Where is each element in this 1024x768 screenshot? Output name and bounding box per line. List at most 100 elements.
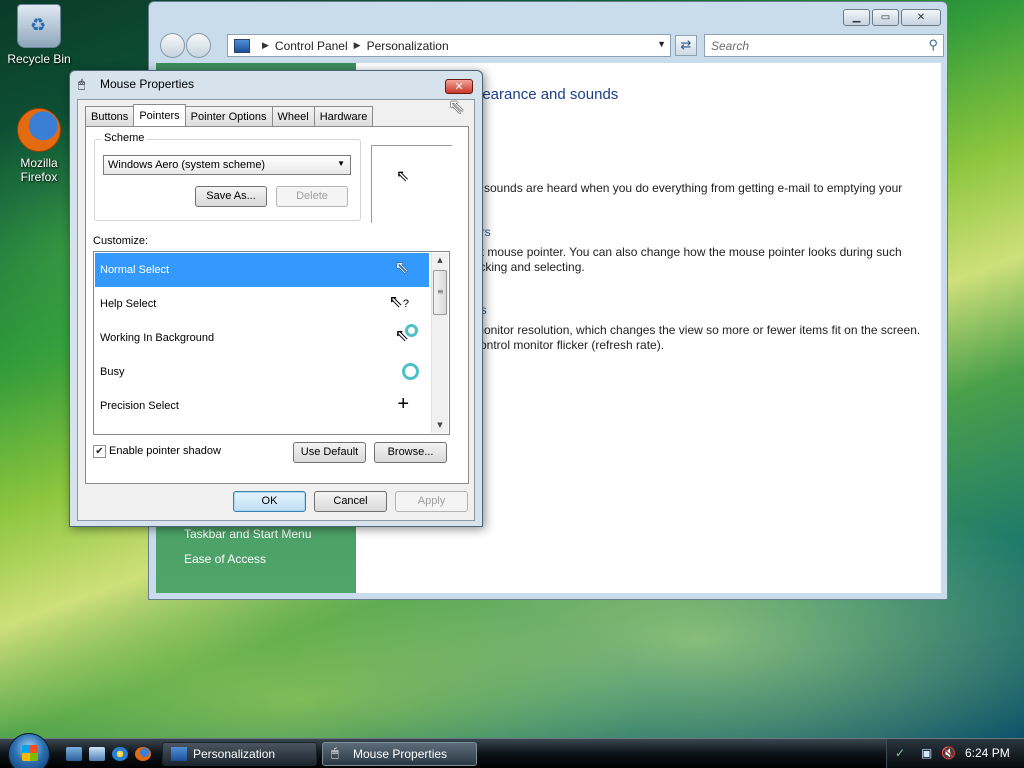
list-item[interactable]: Busy [95,355,429,389]
search-icon[interactable]: ⚲ [928,37,938,53]
taskbar-start-menu-link[interactable]: Taskbar and Start Menu [184,527,311,541]
arrow-cursor-icon: ⇖ [394,258,409,277]
maximize-button[interactable]: ▭ [872,9,899,26]
cursor-list[interactable]: Normal Select ⇖ Help Select ⇖? Working I… [93,251,450,435]
page-title: pearance and sounds [474,86,619,103]
list-item[interactable]: Help Select ⇖? [95,287,429,321]
mouse-pointers-description: nt mouse pointer. You can also change ho… [474,245,902,259]
firefox-desktop-icon[interactable]: Mozilla Firefox [1,108,77,184]
scroll-down-arrow-icon[interactable]: ▼ [432,418,448,433]
sounds-description: h sounds are heard when you do everythin… [474,181,903,195]
busy-cursor-icon [402,363,419,380]
mouse-icon: 🖱 [78,77,86,91]
search-placeholder: Search [711,39,750,53]
recycle-bin-desktop-icon[interactable]: Recycle Bin [1,4,77,66]
list-item[interactable]: Normal Select ⇖ [95,253,429,287]
taskbar-item-label: Mouse Properties [353,747,448,761]
dialog-body: Buttons Pointers Pointer Options Wheel H… [77,99,475,521]
firefox-label: Mozilla Firefox [20,156,58,184]
grip-icon: ≡ [437,287,444,296]
crosshair-cursor-icon: + [397,393,409,415]
refresh-button[interactable]: ⇄ [675,35,697,56]
tab-pointer-options[interactable]: Pointer Options [184,106,273,126]
delete-button[interactable]: Delete [276,186,348,207]
control-panel-icon [171,747,187,761]
pointers-tab-panel: Scheme Windows Aero (system scheme) ▼ Sa… [85,126,469,484]
list-item[interactable]: Precision Select + [95,389,429,423]
cursor-row-label: Working In Background [100,332,215,344]
enable-shadow-label: Enable pointer shadow [109,445,221,457]
apply-button[interactable]: Apply [395,491,468,512]
scheme-label: Scheme [101,132,148,144]
start-button[interactable] [8,733,50,768]
cursor-row-label: Precision Select [100,400,179,412]
checkmark-icon[interactable]: ✓ [895,746,909,760]
taskbar-item-personalization[interactable]: Personalization [162,742,317,766]
show-desktop-icon[interactable] [66,747,82,761]
scheme-group: Scheme Windows Aero (system scheme) ▼ Sa… [94,132,361,221]
address-bar[interactable]: ▶ Control Panel ▶ Personalization ▼ [227,34,671,57]
cp-window-controls: ▁ ▭ ✕ [843,9,941,26]
recycle-bin-label: Recycle Bin [7,52,71,66]
help-cursor-icon: ⇖? [388,292,409,311]
firefox-quicklaunch-icon[interactable] [135,747,151,761]
cursor-row-label: Busy [100,366,125,378]
breadcrumb-personalization[interactable]: Personalization [367,39,449,53]
search-input[interactable]: Search ⚲ [704,34,944,57]
customize-label: Customize: [93,235,149,247]
tab-wheel[interactable]: Wheel [271,106,315,126]
enable-shadow-checkbox[interactable]: ✔ [93,445,106,458]
ok-button[interactable]: OK [233,491,306,512]
firefox-icon [17,108,61,152]
mouse-pointers-description-2: licking and selecting. [474,260,585,274]
scheme-value: Windows Aero (system scheme) [108,159,266,171]
back-button[interactable] [160,33,185,58]
display-description-2: control monitor flicker (refresh rate). [474,338,665,352]
cursor-preview: ⇖ [371,145,452,223]
clock[interactable]: 6:24 PM [965,746,1010,760]
control-panel-icon [234,38,250,53]
dialog-close-button[interactable]: ✕ [445,79,473,94]
dialog-titlebar: 🖱 Mouse Properties [78,77,194,91]
tab-pointers[interactable]: Pointers [133,104,186,126]
mouse-icon: 🖱 [331,745,339,760]
tab-buttons[interactable]: Buttons [85,106,135,126]
taskbar-item-label: Personalization [193,747,276,761]
taskbar-item-mouse-properties[interactable]: 🖱 Mouse Properties [322,742,477,766]
chevron-down-icon[interactable]: ▼ [657,39,666,49]
forward-button[interactable] [186,33,211,58]
switch-windows-icon[interactable] [89,747,105,761]
use-default-button[interactable]: Use Default [293,442,366,463]
tab-strip: Buttons Pointers Pointer Options Wheel H… [85,104,374,127]
cp-titlebar [149,2,947,30]
taskbar: Personalization 🖱 Mouse Properties ✓ ▣ 🔇… [0,733,1024,768]
minimize-button[interactable]: ▁ [843,9,870,26]
scroll-up-arrow-icon[interactable]: ▲ [432,253,448,268]
arrow-cursor-icon: ⇖ [396,166,410,185]
cursor-row-label: Normal Select [100,264,170,276]
close-button[interactable]: ✕ [901,9,941,26]
scroll-thumb[interactable]: ≡ [433,270,447,315]
system-tray: ✓ ▣ 🔇 6:24 PM [886,739,1024,768]
internet-explorer-icon[interactable] [112,747,128,761]
list-item[interactable]: Working In Background ⇖ [95,321,429,355]
ease-of-access-link[interactable]: Ease of Access [184,552,266,566]
recycle-bin-icon [17,4,61,48]
dialog-title: Mouse Properties [100,77,195,91]
display-description: monitor resolution, which changes the vi… [474,323,921,337]
chevron-down-icon: ▼ [337,159,345,168]
windows-logo-icon [22,745,38,761]
breadcrumb-control-panel[interactable]: Control Panel [275,39,348,53]
working-cursor-icon: ⇖ [395,324,418,345]
scheme-select[interactable]: Windows Aero (system scheme) ▼ [103,155,351,175]
mouse-cursor-icon: ⇖ [448,94,465,118]
volume-muted-icon[interactable]: 🔇 [941,746,956,760]
tab-hardware[interactable]: Hardware [313,106,374,126]
chevron-right-icon: ▶ [353,40,361,50]
cancel-button[interactable]: Cancel [314,491,387,512]
browse-button[interactable]: Browse... [374,442,447,463]
network-icon[interactable]: ▣ [921,746,935,760]
save-as-button[interactable]: Save As... [195,186,267,207]
cursor-list-scrollbar[interactable]: ▲ ≡ ▼ [431,253,448,433]
cursor-row-label: Help Select [100,298,157,310]
